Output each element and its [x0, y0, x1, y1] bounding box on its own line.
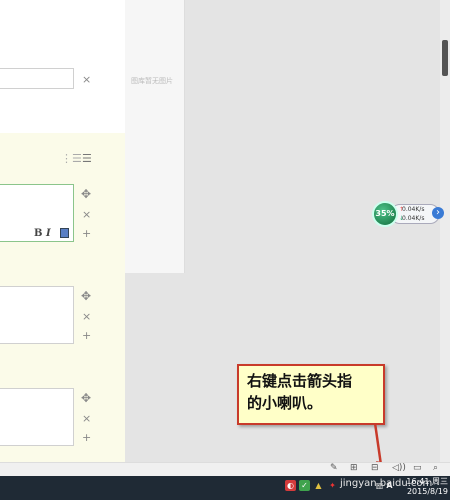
content-blocks-area: ⋮☰ ☰ B I ✥ × + ✥ × + ✥ × +	[0, 133, 125, 466]
security-tray-icon[interactable]: ✓	[299, 480, 310, 491]
app-tray-icon[interactable]: ✦	[327, 480, 338, 491]
pin-icon[interactable]: ✎	[330, 463, 338, 473]
flag-tray-icon[interactable]: ▲	[313, 480, 324, 491]
editor-panel: × ⋮☰ ☰ B I ✥ × + ✥ × + ✥ × +	[0, 0, 125, 466]
italic-button[interactable]: I	[46, 228, 51, 239]
insert-image-icon[interactable]	[60, 228, 69, 238]
delete-block-icon[interactable]: ×	[82, 209, 91, 220]
upload-speed: 0.04K/s	[402, 206, 425, 213]
text-block-editor[interactable]: B I	[0, 184, 74, 242]
title-input[interactable]	[0, 68, 74, 89]
memory-usage-ball[interactable]: 35%	[372, 201, 398, 227]
add-block-icon[interactable]: +	[82, 228, 91, 239]
delete-block-icon[interactable]: ×	[82, 311, 91, 322]
download-speed: 0.04K/s	[402, 215, 425, 222]
editor-top-section	[0, 0, 125, 133]
bold-button[interactable]: B	[34, 228, 42, 239]
system-clock[interactable]: 16:41 周三 2015/8/19	[392, 477, 448, 497]
speaker-icon[interactable]: ◁))	[392, 463, 406, 473]
antivirus-tray-icon[interactable]: ◐	[285, 480, 296, 491]
network-speed-widget[interactable]: 35% ↑ 0.04K/s ↓ 0.04K/s ›	[372, 201, 444, 227]
add-block-icon[interactable]: +	[82, 432, 91, 443]
ordered-list-icon[interactable]: ⋮☰	[61, 152, 82, 165]
text-block-editor[interactable]	[0, 388, 74, 446]
callout-line-1: 右键点击箭头指	[247, 372, 353, 390]
scrollbar-thumb[interactable]	[442, 40, 448, 76]
clock-weekday: 周三	[432, 477, 448, 486]
move-handle-icon[interactable]: ✥	[81, 290, 91, 302]
callout-line-2: 的小喇叭。	[247, 394, 323, 412]
close-icon[interactable]: ×	[82, 74, 91, 85]
delete-block-icon[interactable]: ×	[82, 413, 91, 424]
toolbar-strip	[0, 462, 450, 476]
bullet-list-icon[interactable]: ☰	[82, 152, 92, 165]
expand-icon[interactable]: ›	[432, 207, 444, 219]
instruction-callout: 右键点击箭头指 的小喇叭。	[237, 364, 385, 425]
text-block-editor[interactable]	[0, 286, 74, 344]
move-handle-icon[interactable]: ✥	[81, 392, 91, 404]
window-icon[interactable]: ⊟	[371, 463, 379, 473]
clock-time: 16:41	[406, 477, 430, 486]
search-icon[interactable]: ⌕	[433, 463, 438, 473]
window-icon[interactable]: ⊞	[350, 463, 358, 473]
add-block-icon[interactable]: +	[82, 330, 91, 341]
move-handle-icon[interactable]: ✥	[81, 188, 91, 200]
clock-date: 2015/8/19	[406, 487, 448, 496]
page-scrollbar[interactable]	[440, 0, 450, 466]
window-icon[interactable]: ▭	[413, 463, 422, 473]
image-gallery-panel: 图库暂无图片	[125, 0, 185, 273]
gallery-empty-text: 图库暂无图片	[131, 77, 173, 85]
